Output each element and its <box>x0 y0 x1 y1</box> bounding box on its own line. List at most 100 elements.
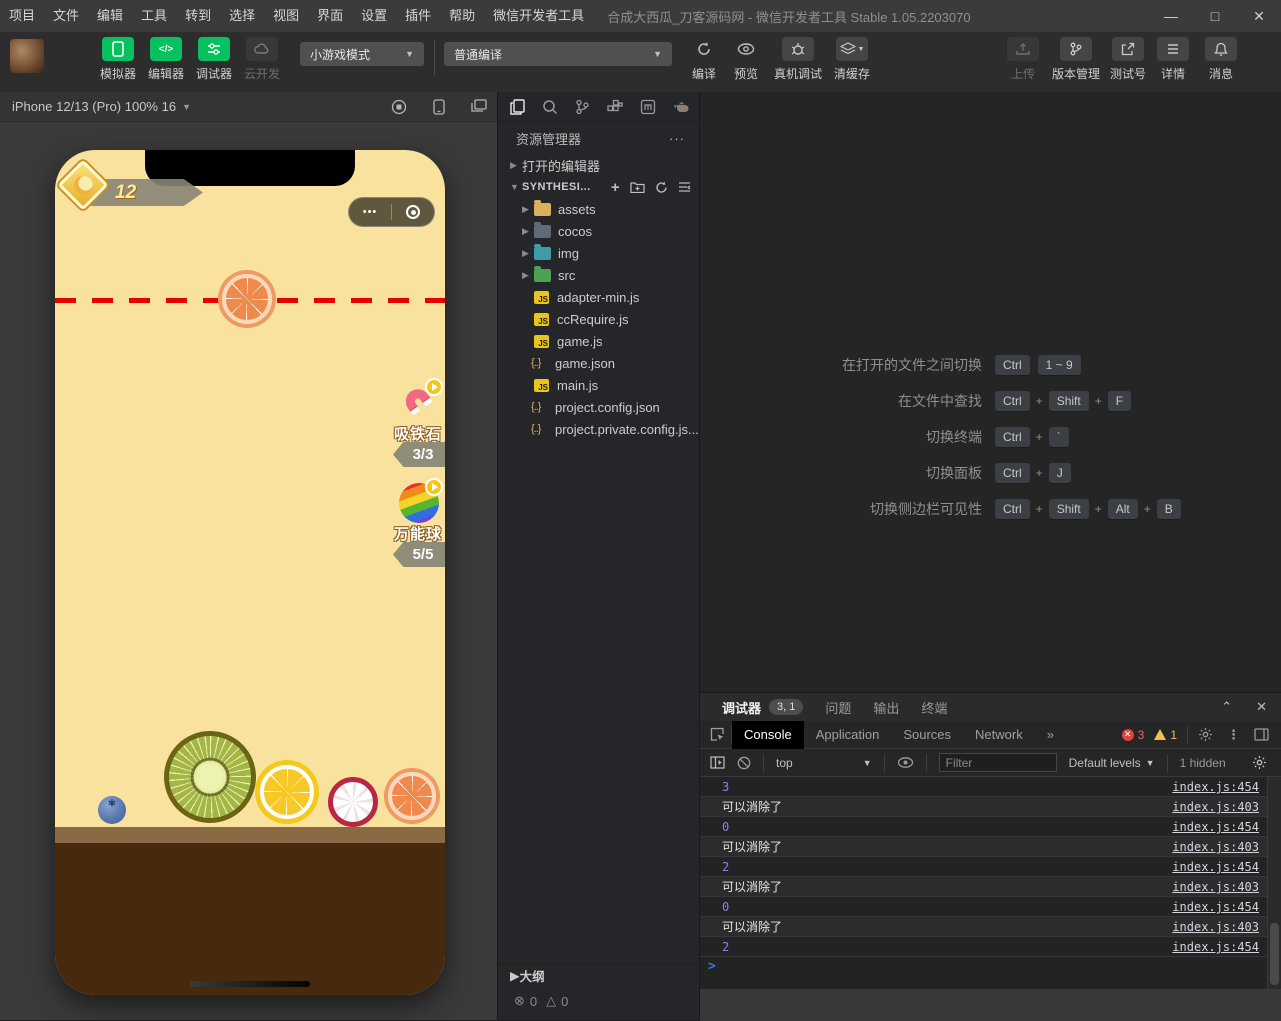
menu-select[interactable]: 选择 <box>220 0 264 32</box>
compile-mode-select[interactable]: 普通编译 ▼ <box>444 42 672 66</box>
more-tabs-icon[interactable]: » <box>1035 721 1066 749</box>
console-prompt[interactable]: > <box>700 957 1267 977</box>
menu-project[interactable]: 项目 <box>0 0 44 32</box>
source-link[interactable]: index.js:454 <box>1172 937 1259 956</box>
debugger-toggle-button[interactable]: 调试器 <box>190 37 238 82</box>
menu-tools[interactable]: 工具 <box>132 0 176 32</box>
sidebar-toggle-icon[interactable] <box>710 756 725 769</box>
tree-row-file[interactable]: {..} project.config.json <box>498 396 699 418</box>
tree-row-folder[interactable]: ▶ cocos <box>498 220 699 242</box>
filter-input[interactable] <box>938 753 1057 772</box>
source-link[interactable]: index.js:403 <box>1172 877 1259 896</box>
version-control-button[interactable]: 版本管理 <box>1046 37 1106 82</box>
maximize-button[interactable]: □ <box>1193 0 1237 32</box>
tab-terminal[interactable]: 终端 <box>921 698 947 717</box>
preview-button[interactable]: 预览 <box>726 37 766 82</box>
npm-icon[interactable] <box>640 99 656 115</box>
menu-goto[interactable]: 转到 <box>176 0 220 32</box>
tab-output[interactable]: 输出 <box>873 698 899 717</box>
tab-sources[interactable]: Sources <box>891 721 963 749</box>
menu-file[interactable]: 文件 <box>44 0 88 32</box>
minimize-button[interactable]: — <box>1149 0 1193 32</box>
eye-icon[interactable] <box>897 757 914 768</box>
console-row: 可以消除了 index.js:403 <box>700 917 1267 937</box>
source-link[interactable]: index.js:454 <box>1172 897 1259 916</box>
multi-window-icon[interactable] <box>471 98 487 115</box>
record-icon[interactable] <box>391 99 407 115</box>
tree-row-folder[interactable]: ▶ assets <box>498 198 699 220</box>
compile-button[interactable]: 编译 <box>684 37 724 82</box>
tree-row-file[interactable]: JS main.js <box>498 374 699 396</box>
menu-plugins[interactable]: 插件 <box>396 0 440 32</box>
wechat-capsule[interactable]: ••• <box>348 197 435 227</box>
eye-icon <box>737 43 755 55</box>
source-link[interactable]: index.js:403 <box>1172 797 1259 816</box>
files-icon[interactable] <box>510 98 525 115</box>
tree-row-file[interactable]: {..} game.json <box>498 352 699 374</box>
tab-application[interactable]: Application <box>804 721 892 749</box>
menu-view[interactable]: 视图 <box>264 0 308 32</box>
project-root-row[interactable]: ▼ SYNTHESI... + <box>498 176 699 198</box>
console-settings-gear-icon[interactable] <box>1252 755 1267 770</box>
close-button[interactable]: ✕ <box>1237 0 1281 32</box>
search-icon[interactable] <box>542 99 558 115</box>
teapot-icon[interactable] <box>673 100 690 113</box>
clear-console-icon[interactable] <box>737 756 751 770</box>
dock-side-icon[interactable] <box>1254 728 1269 741</box>
close-panel-icon[interactable]: ✕ <box>1256 699 1267 715</box>
source-link[interactable]: index.js:454 <box>1172 857 1259 876</box>
editor-toggle-button[interactable]: </> 编辑器 <box>142 37 190 82</box>
menu-help[interactable]: 帮助 <box>440 0 484 32</box>
device-debug-button[interactable]: 真机调试 <box>770 37 826 82</box>
inspect-icon[interactable] <box>710 727 725 742</box>
tree-row-file[interactable]: JS adapter-min.js <box>498 286 699 308</box>
outline-section[interactable]: ▶ 大纲 <box>498 964 699 986</box>
menu-settings[interactable]: 设置 <box>352 0 396 32</box>
more-actions-icon[interactable]: ··· <box>669 131 685 146</box>
tab-console[interactable]: Console <box>732 720 804 749</box>
collapse-all-icon[interactable] <box>678 181 691 193</box>
exit-target-icon[interactable] <box>392 205 434 219</box>
mode-select[interactable]: 小游戏模式 ▼ <box>300 42 424 66</box>
settings-gear-icon[interactable] <box>1198 727 1213 742</box>
source-control-icon[interactable] <box>575 99 590 115</box>
tree-row-file[interactable]: JS game.js <box>498 330 699 352</box>
test-account-button[interactable]: 测试号 <box>1102 37 1154 82</box>
tree-row-file[interactable]: {..} project.private.config.js... <box>498 418 699 440</box>
details-button[interactable]: 详情 <box>1149 37 1197 82</box>
tab-debugger[interactable]: 调试器 <box>722 698 761 717</box>
more-dots-icon[interactable]: ••• <box>349 206 391 218</box>
clear-cache-button[interactable]: ▼ 清缓存 <box>828 37 876 82</box>
upload-button[interactable]: 上传 <box>999 37 1047 82</box>
cloud-dev-button[interactable]: 云开发 <box>238 37 286 82</box>
extensions-icon[interactable] <box>607 99 623 115</box>
tree-row-folder[interactable]: ▶ img <box>498 242 699 264</box>
problems-status[interactable]: ⊗ 0 △ 0 <box>498 990 699 1012</box>
messages-button[interactable]: 消息 <box>1197 37 1245 82</box>
device-selector[interactable]: iPhone 12/13 (Pro) 100% 16 <box>12 99 176 114</box>
tab-problems[interactable]: 问题 <box>825 698 851 717</box>
menu-edit[interactable]: 编辑 <box>88 0 132 32</box>
source-link[interactable]: index.js:454 <box>1172 777 1259 796</box>
source-link[interactable]: index.js:454 <box>1172 817 1259 836</box>
new-file-icon[interactable]: + <box>611 179 620 196</box>
user-avatar[interactable] <box>10 39 44 73</box>
tree-row-folder[interactable]: ▶ src <box>498 264 699 286</box>
kebab-menu-icon[interactable]: ⋮ <box>1227 727 1240 743</box>
source-link[interactable]: index.js:403 <box>1172 837 1259 856</box>
collapse-panel-icon[interactable]: ⌃ <box>1221 699 1232 715</box>
levels-select[interactable]: Default levels ▼ <box>1069 756 1155 770</box>
device-frame-icon[interactable] <box>433 98 445 115</box>
context-select[interactable]: top ▼ <box>776 756 872 770</box>
tree-row-file[interactable]: JS ccRequire.js <box>498 308 699 330</box>
tab-network[interactable]: Network <box>963 721 1035 749</box>
console-scrollbar[interactable] <box>1267 777 1281 989</box>
source-link[interactable]: index.js:403 <box>1172 917 1259 936</box>
menu-interface[interactable]: 界面 <box>308 0 352 32</box>
falling-orange-fruit[interactable] <box>222 274 272 324</box>
simulator-toggle-button[interactable]: 模拟器 <box>94 37 142 82</box>
new-folder-icon[interactable] <box>630 181 645 193</box>
open-editors-row[interactable]: ▶ 打开的编辑器 <box>498 154 699 176</box>
menu-devtools[interactable]: 微信开发者工具 <box>484 0 593 32</box>
refresh-icon[interactable] <box>655 181 668 194</box>
